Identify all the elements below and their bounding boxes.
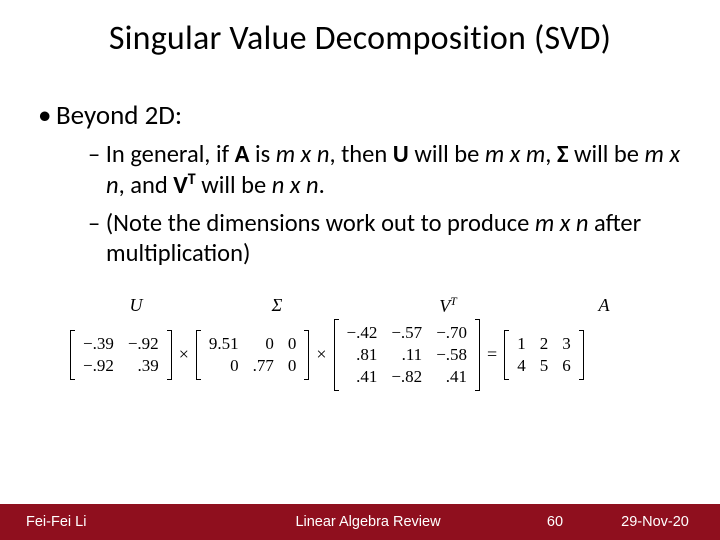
bullet-level2-1: – In general, if A is m x n, then U will… xyxy=(88,140,682,201)
times-icon: × xyxy=(313,344,329,365)
bold-A: A xyxy=(235,139,250,169)
slide-title: Singular Value Decomposition (SVD) xyxy=(0,0,720,59)
bullet-level2-2: – (Note the dimensions work out to produ… xyxy=(88,209,682,269)
equation-labels: U Σ VT A xyxy=(70,295,682,317)
footer-bar: Fei-Fei Li Linear Algebra Review 60 29-N… xyxy=(0,504,720,540)
label-Sigma: Σ xyxy=(202,295,352,317)
footer-title: Linear Algebra Review xyxy=(216,514,520,530)
footer-date: 29-Nov-20 xyxy=(590,514,720,530)
ital: m x m xyxy=(485,139,545,169)
t: . xyxy=(319,170,325,200)
matrix-A: 123 456 xyxy=(504,330,584,380)
matrix-U: −.39−.92 −.92.39 xyxy=(70,330,172,380)
slide-body: •Beyond 2D: – In general, if A is m x n,… xyxy=(0,59,720,391)
matrix-Sigma: 9.5100 0.770 xyxy=(196,330,310,380)
bold-Sigma: Σ xyxy=(557,139,569,169)
matrix-VT: −.42−.57−.70 .81.11−.58 .41−.82.41 xyxy=(334,319,481,391)
footer-page: 60 xyxy=(520,514,590,530)
equals-icon: = xyxy=(484,344,500,365)
t: , then xyxy=(329,139,392,169)
ital: n x n xyxy=(272,170,319,200)
t: , and xyxy=(119,170,174,200)
bold-V: V xyxy=(173,170,188,200)
t: , xyxy=(545,139,557,169)
bold-U: U xyxy=(393,139,409,169)
label-VT: VT xyxy=(352,295,544,317)
bullet1-text: Beyond 2D: xyxy=(56,99,182,132)
bullet-level1: •Beyond 2D: xyxy=(38,99,682,132)
t: (Note the dimensions work out to produce xyxy=(106,208,535,238)
t: will be xyxy=(409,139,485,169)
ital: m x n xyxy=(276,139,330,169)
times-icon: × xyxy=(176,344,192,365)
t: In general, if xyxy=(106,139,235,169)
equation-row: −.39−.92 −.92.39 × 9.5100 0.770 × −.42−.… xyxy=(70,319,682,391)
label-A: A xyxy=(544,295,664,317)
t: will be xyxy=(568,139,644,169)
t: is xyxy=(249,139,275,169)
equation-block: U Σ VT A −.39−.92 −.92.39 × 9.5100 0.770… xyxy=(70,295,682,391)
label-U: U xyxy=(70,295,202,317)
t: will be xyxy=(196,170,272,200)
sup-T: T xyxy=(188,170,196,189)
ital: m x n xyxy=(535,208,589,238)
footer-author: Fei-Fei Li xyxy=(0,514,216,530)
